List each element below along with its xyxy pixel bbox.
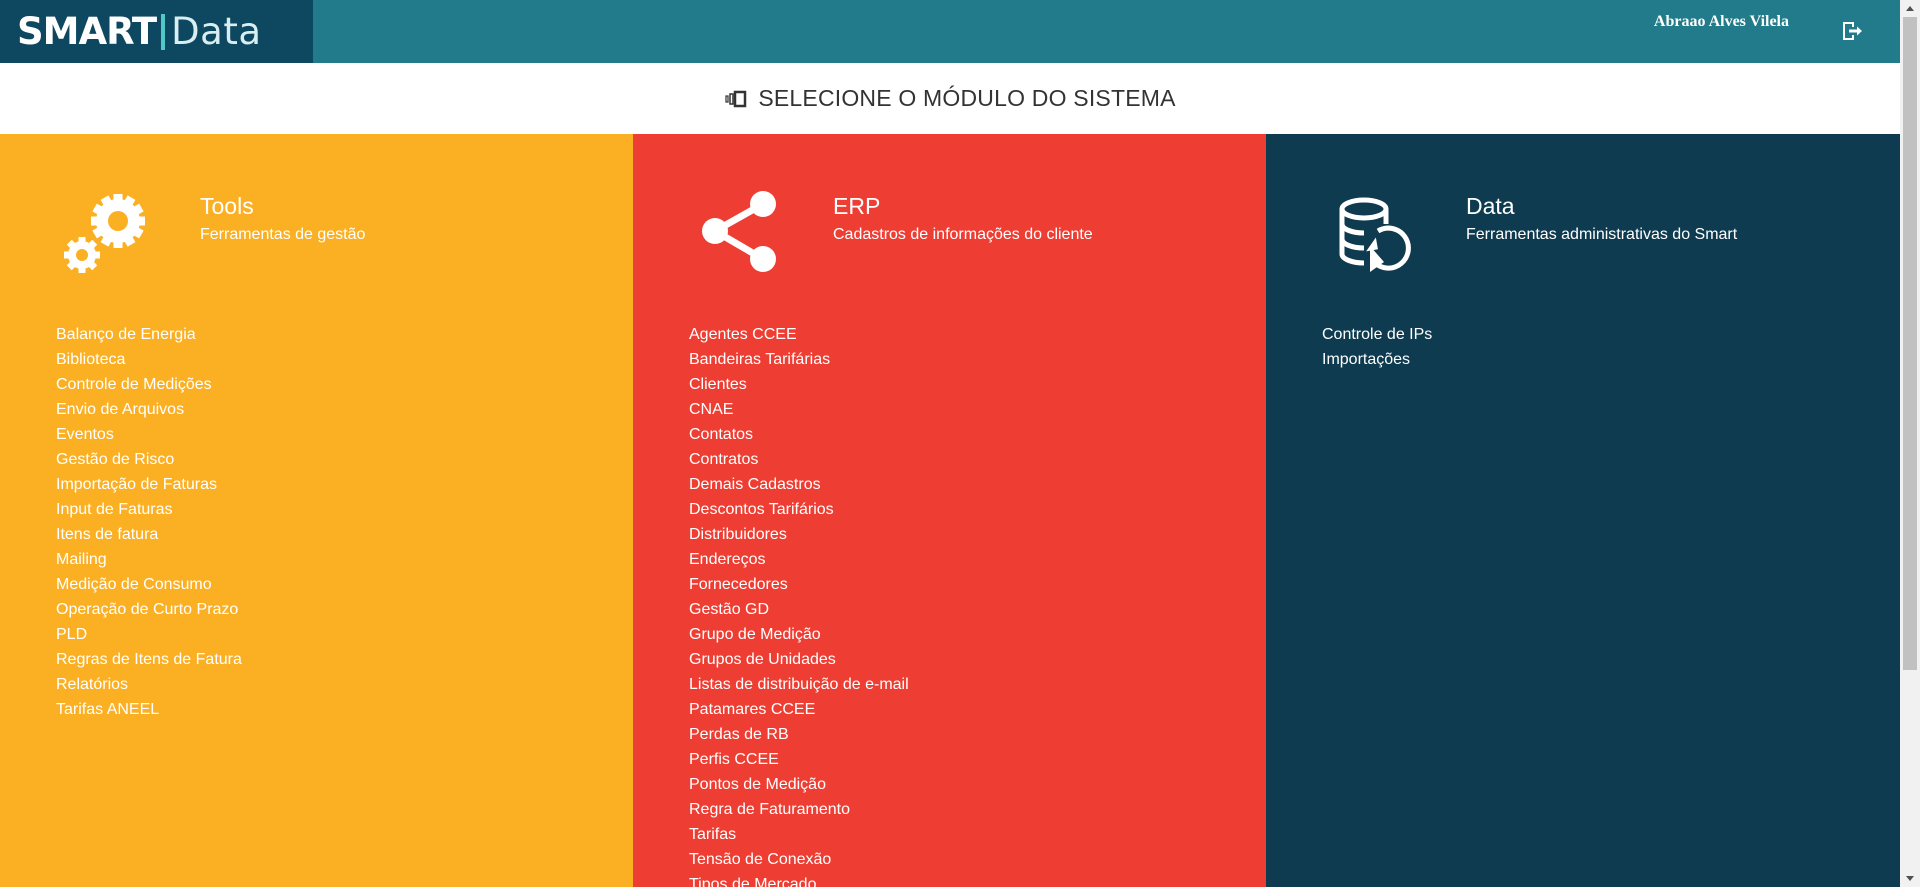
scrollbar-thumb[interactable] bbox=[1903, 17, 1917, 670]
link-pontos-de-medicao[interactable]: Pontos de Medição bbox=[689, 772, 909, 797]
link-contatos[interactable]: Contatos bbox=[689, 422, 909, 447]
scroll-down-arrow-icon[interactable] bbox=[1900, 870, 1920, 887]
link-contratos[interactable]: Contratos bbox=[689, 447, 909, 472]
gears-icon bbox=[64, 194, 145, 273]
link-balanco-de-energia[interactable]: Balanço de Energia bbox=[56, 322, 242, 347]
link-pld[interactable]: PLD bbox=[56, 622, 242, 647]
link-gestao-de-risco[interactable]: Gestão de Risco bbox=[56, 447, 242, 472]
link-tipos-de-mercado[interactable]: Tipos de Mercado bbox=[689, 872, 909, 887]
link-perfis-ccee[interactable]: Perfis CCEE bbox=[689, 747, 909, 772]
page-title: SELECIONE O MÓDULO DO SISTEMA bbox=[758, 85, 1176, 111]
link-tarifas[interactable]: Tarifas bbox=[689, 822, 909, 847]
module-tools-links: Balanço de Energia Biblioteca Controle d… bbox=[56, 322, 242, 722]
database-restore-icon bbox=[1339, 197, 1411, 272]
logo-main-text: SMART bbox=[17, 10, 157, 53]
share-icon bbox=[702, 191, 776, 272]
logo-divider bbox=[161, 13, 166, 50]
link-importacao-de-faturas[interactable]: Importação de Faturas bbox=[56, 472, 242, 497]
link-relatorios[interactable]: Relatórios bbox=[56, 672, 242, 697]
link-patamares-ccee[interactable]: Patamares CCEE bbox=[689, 697, 909, 722]
module-data-links: Controle de IPs Importações bbox=[1322, 322, 1432, 372]
link-fornecedores[interactable]: Fornecedores bbox=[689, 572, 909, 597]
link-clientes[interactable]: Clientes bbox=[689, 372, 909, 397]
link-mailing[interactable]: Mailing bbox=[56, 547, 242, 572]
link-medicao-de-consumo[interactable]: Medição de Consumo bbox=[56, 572, 242, 597]
link-distribuidores[interactable]: Distribuidores bbox=[689, 522, 909, 547]
link-agentes-ccee[interactable]: Agentes CCEE bbox=[689, 322, 909, 347]
logout-icon[interactable] bbox=[1840, 19, 1864, 43]
link-envio-de-arquivos[interactable]: Envio de Arquivos bbox=[56, 397, 242, 422]
link-operacao-de-curto-prazo[interactable]: Operação de Curto Prazo bbox=[56, 597, 242, 622]
scroll-up-arrow-icon[interactable] bbox=[1900, 0, 1920, 17]
module-data-description: Ferramentas administrativas do Smart bbox=[1466, 226, 1738, 243]
logo-sub-text: Data bbox=[171, 10, 262, 53]
link-descontos-tarifarios[interactable]: Descontos Tarifários bbox=[689, 497, 909, 522]
page-scrollbar[interactable] bbox=[1900, 0, 1920, 887]
link-tarifas-aneel[interactable]: Tarifas ANEEL bbox=[56, 697, 242, 722]
user-name: Abraao Alves Vilela bbox=[1653, 13, 1789, 30]
module-data-panel: Data Ferramentas administrativas do Smar… bbox=[1266, 134, 1900, 887]
link-grupo-de-medicao[interactable]: Grupo de Medição bbox=[689, 622, 909, 647]
link-listas-de-distribuicao[interactable]: Listas de distribuição de e-mail bbox=[689, 672, 909, 697]
module-erp-links: Agentes CCEE Bandeiras Tarifárias Client… bbox=[689, 322, 909, 887]
link-eventos[interactable]: Eventos bbox=[56, 422, 242, 447]
module-data-title[interactable]: Data bbox=[1466, 193, 1515, 220]
link-grupos-de-unidades[interactable]: Grupos de Unidades bbox=[689, 647, 909, 672]
link-input-de-faturas[interactable]: Input de Faturas bbox=[56, 497, 242, 522]
link-regras-de-itens-de-fatura[interactable]: Regras de Itens de Fatura bbox=[56, 647, 242, 672]
link-perdas-de-rb[interactable]: Perdas de RB bbox=[689, 722, 909, 747]
module-erp-description: Cadastros de informações do cliente bbox=[833, 226, 1093, 243]
link-tensao-de-conexao[interactable]: Tensão de Conexão bbox=[689, 847, 909, 872]
module-panels: Tools Ferramentas de gestão Balanço de E… bbox=[0, 134, 1900, 887]
link-controle-de-medicoes[interactable]: Controle de Medições bbox=[56, 372, 242, 397]
link-gestao-gd[interactable]: Gestão GD bbox=[689, 597, 909, 622]
link-cnae[interactable]: CNAE bbox=[689, 397, 909, 422]
link-controle-de-ips[interactable]: Controle de IPs bbox=[1322, 322, 1432, 347]
top-bar: SMART Data Abraao Alves Vilela bbox=[0, 0, 1900, 63]
module-selection-header: SELECIONE O MÓDULO DO SISTEMA bbox=[0, 63, 1900, 134]
link-importacoes[interactable]: Importações bbox=[1322, 347, 1432, 372]
modules-icon bbox=[725, 90, 747, 107]
module-tools-panel: Tools Ferramentas de gestão Balanço de E… bbox=[0, 134, 633, 887]
smart-data-logo[interactable]: SMART Data bbox=[0, 0, 313, 63]
module-erp-panel: ERP Cadastros de informações do cliente … bbox=[633, 134, 1266, 887]
link-enderecos[interactable]: Endereços bbox=[689, 547, 909, 572]
module-tools-description: Ferramentas de gestão bbox=[200, 226, 366, 243]
module-tools-title[interactable]: Tools bbox=[200, 193, 254, 220]
link-itens-de-fatura[interactable]: Itens de fatura bbox=[56, 522, 242, 547]
link-demais-cadastros[interactable]: Demais Cadastros bbox=[689, 472, 909, 497]
module-erp-title[interactable]: ERP bbox=[833, 193, 880, 220]
link-regra-de-faturamento[interactable]: Regra de Faturamento bbox=[689, 797, 909, 822]
link-biblioteca[interactable]: Biblioteca bbox=[56, 347, 242, 372]
link-bandeiras-tarifarias[interactable]: Bandeiras Tarifárias bbox=[689, 347, 909, 372]
